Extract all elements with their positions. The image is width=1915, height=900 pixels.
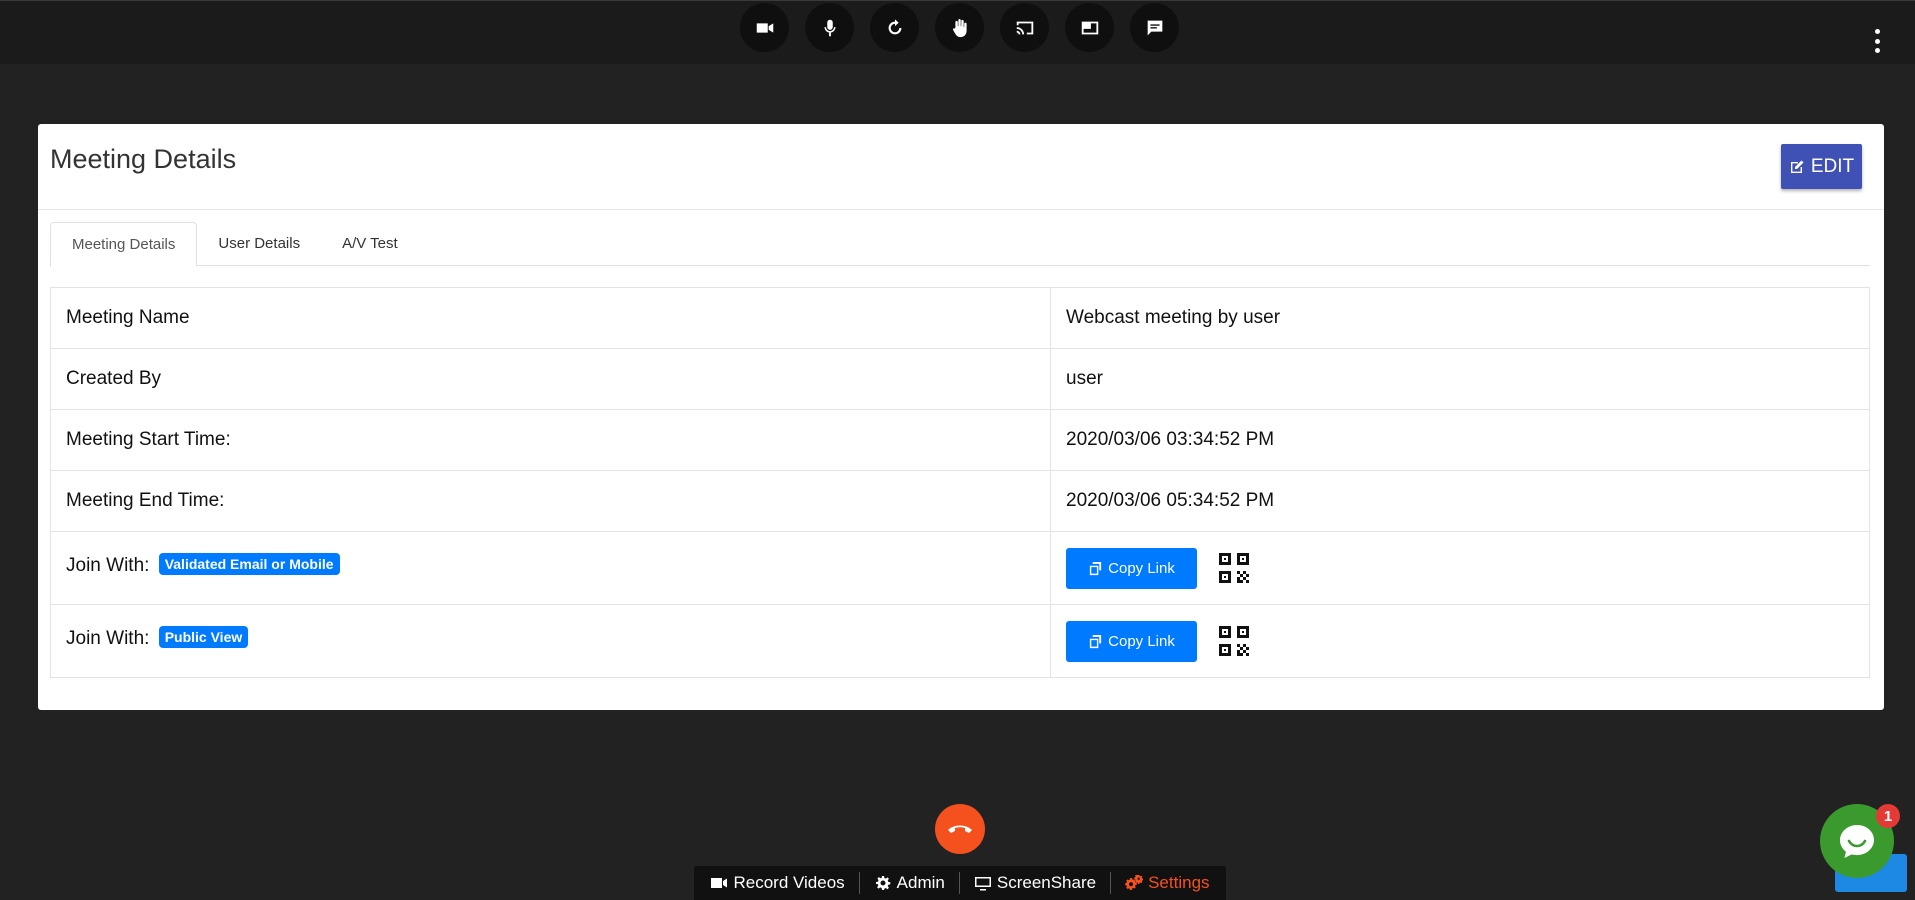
chat-icon: [1147, 20, 1162, 35]
edit-label: EDIT: [1810, 155, 1855, 177]
meeting-name-value: Webcast meeting by user: [1050, 287, 1870, 349]
validated-email-badge: Validated Email or Mobile: [158, 553, 340, 575]
admin-label: Admin: [896, 873, 945, 892]
cast-button[interactable]: [1000, 3, 1049, 52]
table-row: Meeting Start Time: 2020/03/06 03:34:52 …: [50, 409, 1870, 471]
screenshare-button[interactable]: ScreenShare: [960, 873, 1110, 893]
public-view-badge: Public View: [158, 626, 249, 648]
end-time-value: 2020/03/06 05:34:52 PM: [1050, 470, 1870, 532]
table-row: Join With: Public View Copy Link: [50, 604, 1870, 678]
phone-hangup-icon: [948, 825, 972, 833]
edit-icon: [1790, 160, 1804, 173]
join-with-label: Join With:: [66, 555, 150, 576]
raise-hand-icon: [952, 18, 967, 37]
camera-icon: [756, 22, 773, 33]
copy-icon: [1090, 561, 1102, 575]
microphone-icon: [824, 19, 835, 36]
layout-icon: [1081, 21, 1098, 34]
hangup-button[interactable]: [935, 804, 985, 854]
admin-button[interactable]: Admin: [860, 873, 959, 893]
more-options-icon[interactable]: [1873, 29, 1881, 53]
tab-user-details[interactable]: User Details: [197, 222, 321, 266]
join-with-actions-cell: Copy Link: [1050, 531, 1870, 605]
raise-hand-button[interactable]: [935, 3, 984, 52]
table-row: Meeting Name Webcast meeting by user: [50, 287, 1870, 349]
bottom-toolbar: Record Videos Admin ScreenShare Settings: [694, 866, 1226, 900]
copy-link-button[interactable]: Copy Link: [1066, 620, 1197, 662]
screenshare-label: ScreenShare: [996, 873, 1097, 892]
meeting-name-label: Meeting Name: [50, 287, 1051, 349]
chat-button[interactable]: [1130, 3, 1179, 52]
join-with-label-cell: Join With: Public View: [50, 604, 1051, 678]
created-by-label: Created By: [50, 348, 1051, 410]
qr-code-icon[interactable]: [1217, 624, 1251, 658]
meeting-details-card: Meeting Details EDIT Meeting Details Use…: [38, 124, 1884, 710]
tab-av-test[interactable]: A/V Test: [321, 222, 419, 266]
video-camera-icon: [711, 878, 728, 888]
table-row: Join With: Validated Email or Mobile Cop…: [50, 531, 1870, 605]
cogs-icon: [1125, 875, 1144, 890]
settings-button[interactable]: Settings: [1111, 873, 1223, 893]
join-with-actions-cell: Copy Link: [1050, 604, 1870, 678]
card-header: Meeting Details EDIT: [38, 124, 1884, 210]
end-time-label: Meeting End Time:: [50, 470, 1051, 532]
monitor-icon: [974, 877, 991, 891]
edit-button[interactable]: EDIT: [1781, 144, 1862, 189]
join-with-label: Join With:: [66, 628, 150, 649]
record-videos-button[interactable]: Record Videos: [696, 873, 858, 893]
copy-link-label: Copy Link: [1108, 559, 1175, 577]
chat-bubble-icon: [1840, 825, 1874, 858]
media-controls: [740, 3, 1179, 53]
start-time-label: Meeting Start Time:: [50, 409, 1051, 471]
table-row: Created By user: [50, 348, 1870, 410]
refresh-button[interactable]: [870, 3, 919, 52]
copy-link-label: Copy Link: [1108, 632, 1175, 650]
copy-link-button[interactable]: Copy Link: [1066, 547, 1197, 589]
record-videos-label: Record Videos: [733, 873, 845, 892]
top-toolbar: [0, 0, 1915, 64]
gear-icon: [875, 876, 890, 890]
tab-meeting-details[interactable]: Meeting Details: [50, 222, 198, 267]
layout-button[interactable]: [1065, 3, 1114, 52]
camera-toggle-button[interactable]: [740, 3, 789, 52]
details-tabs: Meeting Details User Details A/V Test: [50, 222, 1870, 267]
created-by-value: user: [1050, 348, 1870, 410]
cast-icon: [1016, 21, 1033, 34]
refresh-icon: [888, 18, 901, 34]
table-row: Meeting End Time: 2020/03/06 05:34:52 PM: [50, 470, 1870, 532]
copy-icon: [1090, 634, 1102, 648]
join-with-label-cell: Join With: Validated Email or Mobile: [50, 531, 1051, 605]
page-title: Meeting Details: [50, 144, 237, 174]
microphone-toggle-button[interactable]: [805, 3, 854, 52]
meeting-details-table: Meeting Name Webcast meeting by user Cre…: [50, 287, 1870, 678]
qr-code-icon[interactable]: [1217, 551, 1251, 585]
start-time-value: 2020/03/06 03:34:52 PM: [1050, 409, 1870, 471]
settings-label: Settings: [1148, 873, 1210, 892]
unread-count-badge: 1: [1876, 804, 1900, 828]
